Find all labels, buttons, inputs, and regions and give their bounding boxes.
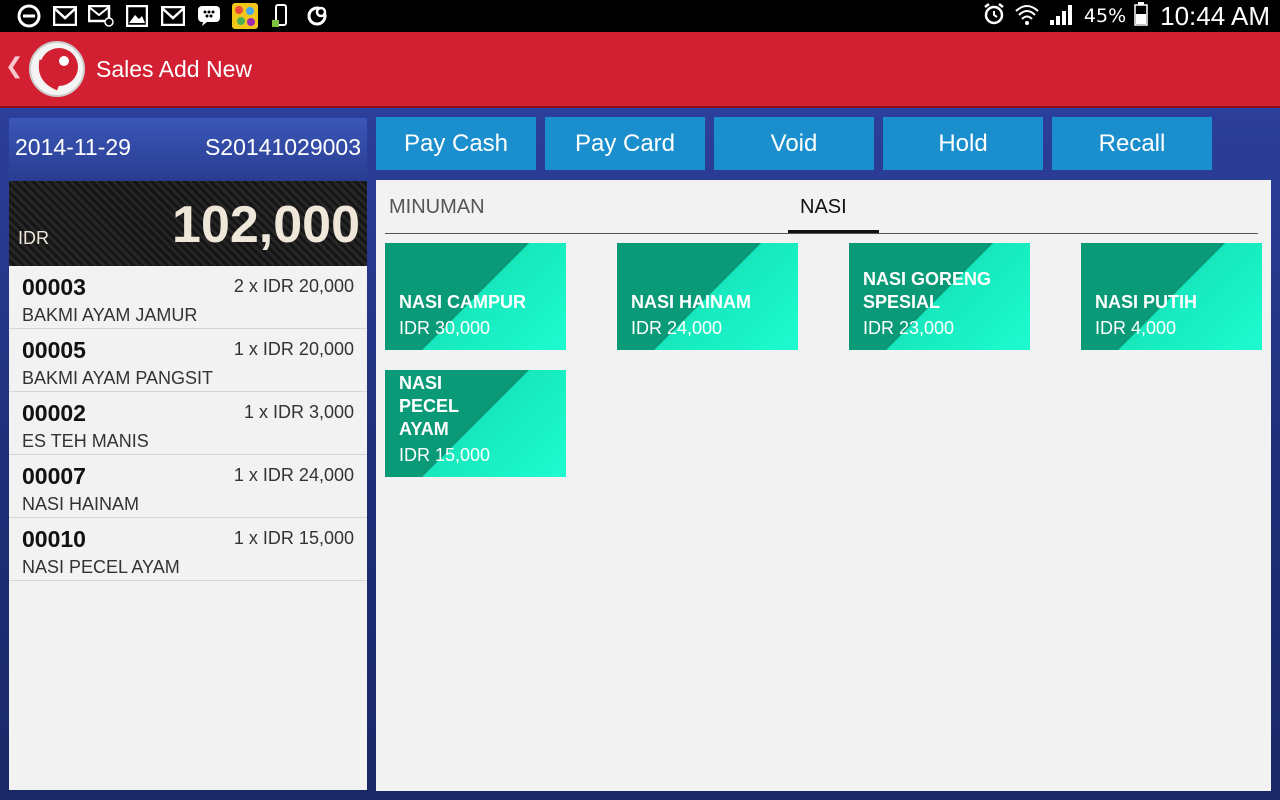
- tab-minuman[interactable]: MINUMAN: [389, 196, 485, 219]
- pay-card-button[interactable]: Pay Card: [545, 117, 705, 170]
- total-currency: IDR: [18, 228, 49, 248]
- clock: 10:44 AM: [1160, 0, 1270, 31]
- product-name: NASI GORENG SPESIAL: [863, 269, 992, 312]
- product-price: IDR 24,000: [631, 318, 723, 338]
- active-tab-indicator: [788, 230, 879, 233]
- item-name: NASI HAINAM: [22, 494, 140, 514]
- item-name: BAKMI AYAM JAMUR: [22, 305, 198, 325]
- battery-percent: 45%: [1083, 5, 1127, 27]
- gmail-icon: [52, 3, 78, 29]
- gallery-icon: [124, 3, 150, 29]
- order-item[interactable]: 00002 1 x IDR 3,000 ES TEH MANIS: [9, 392, 367, 455]
- item-name: NASI PECEL AYAM: [22, 557, 180, 577]
- product-tile[interactable]: NASI PECEL AYAM IDR 15,000: [385, 370, 566, 477]
- pay-cash-button[interactable]: Pay Cash: [376, 117, 536, 170]
- item-quantity: 1 x IDR 24,000: [233, 465, 354, 485]
- bbm-icon: [196, 3, 222, 29]
- app-logo-icon[interactable]: [28, 40, 86, 98]
- recall-button[interactable]: Recall: [1052, 117, 1212, 170]
- item-code: 00003: [22, 274, 86, 300]
- product-name: NASI PECEL AYAM: [399, 373, 459, 439]
- gmail-icon: [160, 3, 186, 29]
- product-price: IDR 30,000: [399, 318, 491, 338]
- product-name: NASI PUTIH: [1095, 292, 1198, 312]
- status-bar: 45% 10:44 AM: [0, 0, 1280, 32]
- product-tile[interactable]: NASI PUTIH IDR 4,000: [1081, 243, 1262, 350]
- game-icon: [232, 3, 258, 29]
- back-chevron-icon[interactable]: ❮: [5, 54, 23, 79]
- order-item[interactable]: 00007 1 x IDR 24,000 NASI HAINAM: [9, 455, 367, 518]
- battery-icon: [1134, 2, 1148, 30]
- wifi-icon: [1014, 2, 1040, 30]
- order-total-panel: IDR 102,000: [9, 181, 367, 266]
- order-item[interactable]: 00003 2 x IDR 20,000 BAKMI AYAM JAMUR: [9, 266, 367, 329]
- hold-button[interactable]: Hold: [883, 117, 1043, 170]
- item-quantity: 1 x IDR 15,000: [233, 528, 354, 548]
- void-button[interactable]: Void: [714, 117, 874, 170]
- item-code: 00010: [22, 526, 86, 552]
- category-tabs: MINUMAN NASI: [385, 180, 1258, 234]
- order-item-list[interactable]: 00003 2 x IDR 20,000 BAKMI AYAM JAMUR 00…: [9, 266, 367, 790]
- item-quantity: 2 x IDR 20,000: [233, 276, 354, 296]
- order-header: 2014-11-29 S20141029003: [9, 118, 367, 178]
- product-name: NASI HAINAM: [631, 292, 751, 312]
- order-number: S20141029003: [204, 134, 361, 160]
- product-price: IDR 4,000: [1095, 318, 1177, 338]
- item-name: ES TEH MANIS: [22, 431, 149, 451]
- signal-icon: [1048, 2, 1076, 30]
- item-quantity: 1 x IDR 3,000: [243, 402, 354, 422]
- product-tile[interactable]: NASI HAINAM IDR 24,000: [617, 243, 798, 350]
- item-quantity: 1 x IDR 20,000: [233, 339, 354, 359]
- alarm-icon: [982, 2, 1006, 30]
- item-code: 00007: [22, 463, 86, 489]
- product-name: NASI CAMPUR: [399, 292, 527, 312]
- item-code: 00005: [22, 337, 86, 363]
- order-date: 2014-11-29: [15, 134, 131, 160]
- system-indicators: 45% 10:44 AM: [982, 0, 1270, 32]
- notification-icons: [16, 3, 330, 29]
- product-panel: MINUMAN NASI NASI CAMPUR IDR 30,000 NASI…: [376, 180, 1271, 791]
- tab-nasi[interactable]: NASI: [800, 196, 847, 219]
- page-title: Sales Add New: [96, 56, 252, 82]
- order-item[interactable]: 00005 1 x IDR 20,000 BAKMI AYAM PANGSIT: [9, 329, 367, 392]
- sync-icon: [304, 3, 330, 29]
- item-code: 00002: [22, 400, 86, 426]
- total-amount: 102,000: [172, 196, 360, 254]
- order-item[interactable]: 00010 1 x IDR 15,000 NASI PECEL AYAM: [9, 518, 367, 581]
- app-bar: ❮ Sales Add New: [0, 32, 1280, 108]
- product-tile[interactable]: NASI CAMPUR IDR 30,000: [385, 243, 566, 350]
- product-tile[interactable]: NASI GORENG SPESIAL IDR 23,000: [849, 243, 1030, 350]
- email-icon: [88, 3, 114, 29]
- block-icon: [16, 3, 42, 29]
- item-name: BAKMI AYAM PANGSIT: [22, 368, 214, 388]
- product-price: IDR 15,000: [399, 445, 491, 465]
- phone-icon: [268, 3, 294, 29]
- product-price: IDR 23,000: [863, 318, 955, 338]
